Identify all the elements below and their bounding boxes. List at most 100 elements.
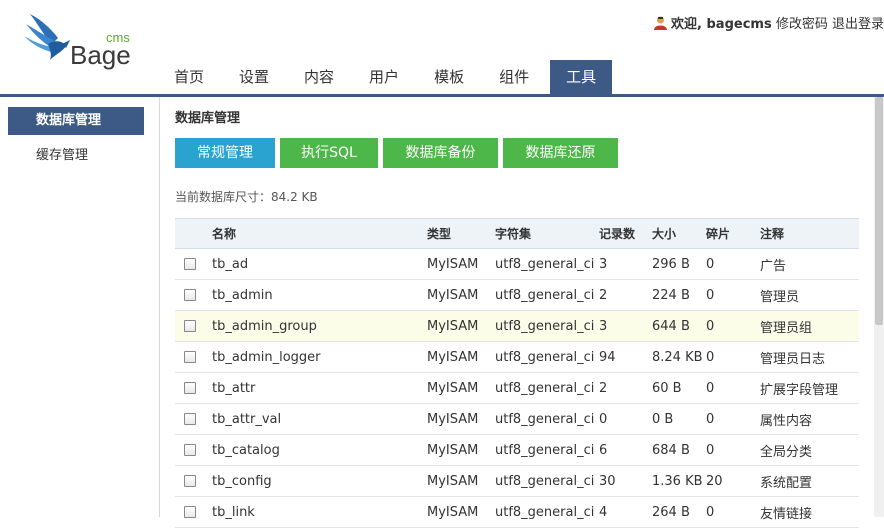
col-name: 名称 — [212, 227, 237, 241]
cell-size: 644 B — [652, 318, 690, 334]
checkbox-icon[interactable] — [184, 319, 196, 332]
tab-tools[interactable]: 工具 — [550, 60, 613, 94]
checkbox-icon[interactable] — [184, 474, 196, 487]
execute-sql-button[interactable]: 执行SQL — [280, 138, 378, 168]
sidebar-item-db-manage[interactable]: 数据库管理 — [8, 107, 144, 135]
cell-type: MyISAM — [427, 411, 479, 427]
table-row[interactable]: tb_admin_group MyISAM utf8_general_ci 3 644 … — [175, 310, 859, 342]
sidebar: 数据库管理 缓存管理 — [0, 97, 160, 517]
cell-size: 8.24 KB — [652, 349, 703, 365]
tab-components[interactable]: 组件 — [485, 60, 543, 94]
cell-charset: utf8_general_ci — [495, 473, 595, 489]
cell-frag: 0 — [706, 411, 715, 427]
cell-type: MyISAM — [427, 318, 479, 334]
cell-charset: utf8_general_ci — [495, 442, 595, 458]
cell-charset: utf8_general_ci — [495, 349, 595, 365]
cell-rows: 3 — [599, 318, 608, 334]
cell-frag: 0 — [706, 318, 715, 334]
cell-rows: 0 — [599, 411, 608, 427]
cell-rows: 6 — [599, 442, 608, 458]
cell-size: 60 B — [652, 380, 682, 396]
cell-type: MyISAM — [427, 473, 479, 489]
welcome-text: 欢迎, bagecms — [671, 17, 772, 32]
cell-size: 1.36 KB — [652, 473, 703, 489]
main-nav: 首页 设置 内容 用户 模板 组件 工具 — [160, 60, 619, 94]
cell-charset: utf8_general_ci — [495, 504, 595, 520]
cell-comment: 扩展字段管理 — [760, 382, 839, 398]
logo-brand: Bage — [70, 40, 131, 70]
scrollbar[interactable] — [874, 97, 884, 517]
cell-comment: 属性内容 — [760, 413, 813, 429]
checkbox-icon[interactable] — [184, 257, 196, 270]
col-comment: 注释 — [760, 227, 785, 241]
cell-type: MyISAM — [427, 256, 479, 272]
table-row[interactable]: tb_admin MyISAM utf8_general_ci 2 224 B 0 管理员 — [175, 280, 859, 311]
table-row[interactable]: tb_catalog MyISAM utf8_general_ci 6 684 B 0 全局… — [175, 435, 859, 466]
cell-rows: 2 — [599, 380, 608, 396]
tab-users[interactable]: 用户 — [355, 60, 413, 94]
cell-size: 684 B — [652, 442, 690, 458]
table-header: 名称 类型 字符集 记录数 大小 碎片 注释 — [175, 218, 859, 249]
col-charset: 字符集 — [495, 227, 532, 241]
header: cms Bage 欢迎, bagecms 修改密码 退出登录 首页 设置 内容 … — [0, 0, 884, 94]
col-size: 大小 — [652, 227, 677, 241]
sidebar-item-cache-manage[interactable]: 缓存管理 — [8, 142, 144, 170]
checkbox-icon[interactable] — [184, 381, 196, 394]
cell-type: MyISAM — [427, 380, 479, 396]
checkbox-icon[interactable] — [184, 350, 196, 363]
cell-name: tb_admin_group — [212, 318, 317, 334]
col-fragment: 碎片 — [706, 227, 731, 241]
change-password-link[interactable]: 修改密码 — [776, 17, 828, 32]
cell-name: tb_link — [212, 504, 255, 520]
table-row[interactable]: tb_attr_val MyISAM utf8_general_ci 0 0 B 0 属性内… — [175, 404, 859, 435]
cell-rows: 30 — [599, 473, 616, 489]
cell-rows: 3 — [599, 256, 608, 272]
table-row[interactable]: tb_attr MyISAM utf8_general_ci 2 60 B 0 扩展字段管理 — [175, 373, 859, 404]
tab-templates[interactable]: 模板 — [420, 60, 478, 94]
tab-content[interactable]: 内容 — [290, 60, 348, 94]
cell-frag: 0 — [706, 349, 715, 365]
cell-comment: 全局分类 — [760, 444, 813, 460]
logout-link[interactable]: 退出登录 — [832, 17, 884, 32]
general-manage-button[interactable]: 常规管理 — [175, 138, 275, 168]
cell-charset: utf8_general_ci — [495, 287, 595, 303]
db-backup-button[interactable]: 数据库备份 — [383, 138, 498, 168]
cell-comment: 友情链接 — [760, 506, 813, 522]
cell-charset: utf8_general_ci — [495, 256, 595, 272]
cell-comment: 管理员日志 — [760, 351, 826, 367]
cell-frag: 0 — [706, 504, 715, 520]
table-row[interactable]: tb_ad MyISAM utf8_general_ci 3 296 B 0 广告 — [175, 249, 859, 280]
cell-type: MyISAM — [427, 349, 479, 365]
main-content: 数据库管理 常规管理 执行SQL 数据库备份 数据库还原 当前数据库尺寸：84.… — [160, 97, 874, 528]
scrollbar-thumb[interactable] — [875, 97, 883, 325]
cell-rows: 94 — [599, 349, 616, 365]
cell-type: MyISAM — [427, 442, 479, 458]
cell-charset: utf8_general_ci — [495, 318, 595, 334]
tab-settings[interactable]: 设置 — [225, 60, 283, 94]
table-row[interactable]: tb_admin_logger MyISAM utf8_general_ci 94 8.… — [175, 342, 859, 373]
cell-rows: 2 — [599, 287, 608, 303]
cell-rows: 4 — [599, 504, 608, 520]
cell-frag: 0 — [706, 256, 715, 272]
cell-name: tb_ad — [212, 256, 249, 272]
col-type: 类型 — [427, 227, 452, 241]
user-icon — [654, 16, 668, 30]
userbar: 欢迎, bagecms 修改密码 退出登录 — [653, 13, 884, 32]
cell-charset: utf8_general_ci — [495, 380, 595, 396]
table-row[interactable]: tb_link MyISAM utf8_general_ci 4 264 B 0 友情链接 — [175, 497, 859, 528]
cell-frag: 0 — [706, 287, 715, 303]
checkbox-icon[interactable] — [184, 288, 196, 301]
checkbox-icon[interactable] — [184, 443, 196, 456]
cell-name: tb_admin — [212, 287, 273, 303]
table-row[interactable]: tb_config MyISAM utf8_general_ci 30 1.36 KB 2… — [175, 466, 859, 497]
tab-home[interactable]: 首页 — [160, 60, 218, 94]
cell-frag: 0 — [706, 380, 715, 396]
db-size-text: 当前数据库尺寸：84.2 KB — [175, 190, 318, 204]
cell-type: MyISAM — [427, 504, 479, 520]
checkbox-icon[interactable] — [184, 412, 196, 425]
cell-name: tb_attr — [212, 380, 256, 396]
cell-size: 296 B — [652, 256, 690, 272]
cell-frag: 20 — [706, 473, 723, 489]
checkbox-icon[interactable] — [184, 505, 196, 518]
db-restore-button[interactable]: 数据库还原 — [503, 138, 618, 168]
